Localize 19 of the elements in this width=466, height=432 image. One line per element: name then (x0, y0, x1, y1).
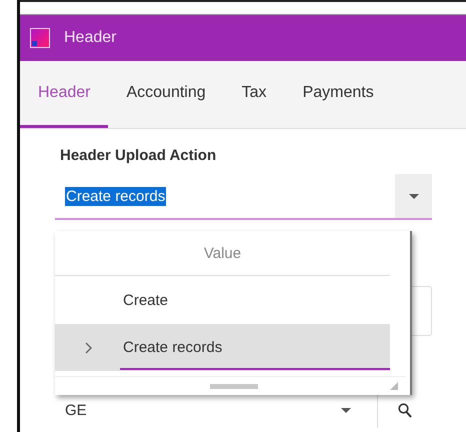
resize-grip-icon[interactable] (390, 382, 398, 390)
selected-value: Create records (65, 186, 166, 206)
dropdown-option[interactable]: Create records (55, 324, 390, 371)
scrollbar-thumb[interactable] (210, 384, 258, 388)
field-label: Header Upload Action (60, 147, 218, 164)
action-select[interactable]: Create records (55, 174, 432, 220)
column-header: Value (204, 244, 242, 262)
chevron-icon (85, 342, 92, 354)
caret-icon (408, 194, 418, 198)
window-title: Header (64, 29, 116, 47)
tab[interactable]: Tax (224, 61, 285, 128)
tab[interactable]: Accounting (108, 61, 224, 128)
filter-value[interactable]: GE (65, 402, 341, 418)
caret-icon[interactable] (341, 408, 351, 412)
dropdown-button[interactable] (395, 174, 432, 218)
tab[interactable]: Header (20, 61, 108, 128)
search-icon (398, 402, 412, 418)
app-logo-icon (30, 28, 50, 48)
tab[interactable]: Payments (284, 61, 392, 128)
